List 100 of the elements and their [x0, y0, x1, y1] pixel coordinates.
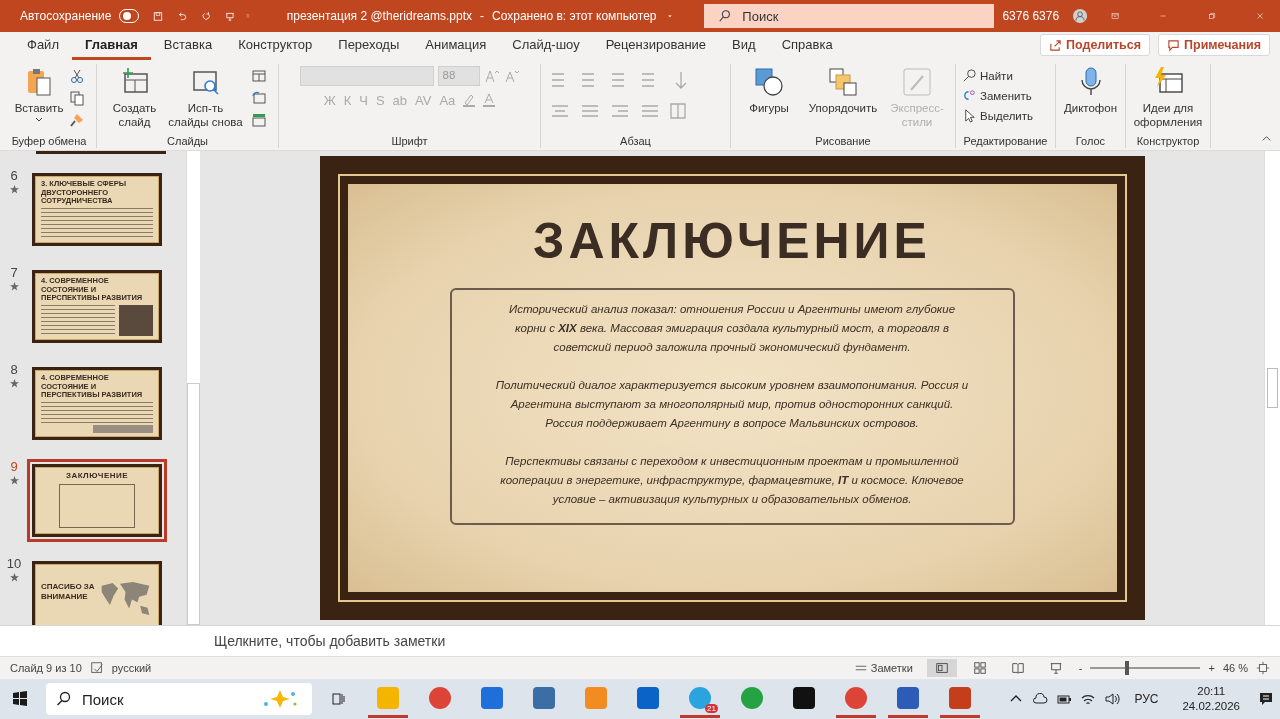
paste-button[interactable]: Вставить: [12, 66, 66, 123]
document-title: презентация 2 @theridreams.pptx: [286, 9, 472, 23]
fit-slide-icon[interactable]: [1256, 661, 1270, 675]
star-icon: [9, 282, 19, 291]
thumbnail-title: СПАСИБО ЗА ВНИМАНИЕ: [41, 582, 96, 602]
clock-time[interactable]: 20:11: [1197, 684, 1226, 699]
zoom-in-button[interactable]: +: [1208, 662, 1215, 674]
replace-icon: [962, 88, 977, 103]
group-label: Буфер обмена: [10, 135, 88, 148]
search-field[interactable]: Поиск: [704, 4, 995, 28]
comment-icon: [1167, 38, 1181, 52]
star-icon: [9, 379, 19, 388]
notes-button[interactable]: Заметки: [847, 660, 919, 676]
ribbon-tab[interactable]: Конструктор: [225, 37, 326, 60]
search-icon: [962, 68, 977, 83]
app-icon: [585, 686, 607, 709]
editing-command[interactable]: Найти: [962, 66, 1013, 85]
ribbon-tab[interactable]: Анимация: [412, 37, 500, 60]
dictate-button[interactable]: Диктофон: [1061, 66, 1120, 115]
design-ideas-button[interactable]: Идеи для оформления: [1126, 66, 1210, 129]
normal-view-icon[interactable]: [926, 659, 957, 677]
drawing-command[interactable]: Упорядочить: [808, 66, 878, 115]
grow-font-icon[interactable]: [483, 68, 500, 84]
ribbon-tab[interactable]: Переходы: [325, 37, 413, 60]
slide-number: 8: [10, 362, 18, 377]
user-name[interactable]: 6376 6376: [1002, 9, 1060, 23]
group-label: Конструктор: [1135, 135, 1201, 148]
zoom-percent[interactable]: 46 %: [1222, 662, 1248, 674]
highlighter-icon[interactable]: [461, 92, 478, 108]
slide-title: ЗАКЛЮЧЕНИЕ: [533, 212, 931, 270]
ribbon-tab[interactable]: Файл: [14, 37, 72, 60]
taskbar-app[interactable]: 21: [680, 680, 720, 718]
app-icon: [481, 686, 503, 709]
taskbar-search-field[interactable]: Поиск: [46, 683, 312, 715]
slide-paragraph: Политический диалог характеризуется высоким уровнем взаимопонимания. Россия и Аргентина выступают за многополярный мир, против односторонних санкций. Россия поддерживает Аргентину в вопросе Мальвинских островов.: [495, 378, 969, 431]
notes-field[interactable]: Щелкните, чтобы добавить заметки: [0, 625, 1280, 656]
layout-icon[interactable]: [250, 68, 267, 84]
app-icon: [377, 686, 399, 709]
shrink-font-icon[interactable]: [503, 68, 520, 84]
editing-command[interactable]: Выделить: [962, 106, 1034, 125]
speaker-icon[interactable]: [1104, 691, 1121, 707]
caret-icon: [34, 117, 44, 123]
drawing-command[interactable]: Фигуры: [734, 66, 804, 115]
autosave-label: Автосохранение: [20, 9, 112, 23]
zoom-out-button[interactable]: -: [1078, 662, 1083, 674]
photo-placeholder: [93, 425, 153, 433]
windows-start-icon[interactable]: [12, 691, 28, 707]
format-painter-icon[interactable]: [69, 112, 86, 128]
collapse-ribbon-icon[interactable]: [1261, 133, 1272, 144]
app-icon: [741, 686, 763, 709]
arrange-icon: [827, 66, 859, 98]
editing-command[interactable]: Заменить: [962, 86, 1032, 105]
app-icon: [897, 686, 919, 709]
slide-number: 9: [10, 459, 18, 474]
brush-icon: [901, 66, 933, 98]
ribbon-tab[interactable]: Вид: [719, 37, 769, 60]
group-label: Редактирование: [962, 135, 1049, 148]
app-icon: [793, 686, 815, 709]
title-separator: -: [480, 9, 484, 23]
spellcheck-icon[interactable]: [89, 661, 104, 675]
font-color-icon[interactable]: [481, 92, 498, 108]
copy-icon[interactable]: [69, 90, 86, 106]
reset-icon[interactable]: [250, 90, 267, 106]
app-icon: [637, 686, 659, 709]
share-button[interactable]: Поделиться: [1040, 34, 1151, 56]
slide-number: 10: [6, 556, 22, 571]
thumbnail-title: ЗАКЛЮЧЕНИЕ: [64, 471, 130, 481]
app-icon: [429, 686, 451, 709]
search-icon: [718, 9, 733, 23]
slide-paragraph: Перспективы связаны с переходом к инвестиционным проектам и промышленной кооперации в энергетике, инфраструктуре, фармацевтике, IT и космосе. Ключевое условие – активизация культурных и образовательных обменов.: [499, 454, 965, 507]
zoom-slider-thumb[interactable]: [1124, 661, 1129, 675]
scrollbar[interactable]: [1264, 151, 1280, 625]
slide-paragraph: Исторический анализ показал: отношения России и Аргентины имеют глубокие корни с XIX века. Массовая эмиграция создала культурный мост, а торговля в советский период заложила прочный экономический фундамент.: [507, 302, 957, 355]
app-icon: [845, 686, 867, 709]
keyboard-language[interactable]: РУС: [1134, 692, 1159, 706]
slide-thumbnail[interactable]: ЗАКЛЮЧЕНИЕ: [27, 459, 167, 542]
save-status[interactable]: Сохранено в: этот компьютер: [492, 9, 657, 23]
app-icon: [949, 686, 971, 709]
reuse-slides-button[interactable]: Исп-ть слайды снова: [164, 66, 247, 129]
ribbon-tab[interactable]: Справка: [768, 37, 846, 60]
scrollbar[interactable]: [186, 151, 200, 625]
star-icon: [9, 573, 19, 582]
ribbon-tab[interactable]: Рецензирование: [592, 37, 720, 60]
task-view-icon[interactable]: [330, 691, 346, 707]
slide-number: 7: [10, 265, 18, 280]
cloud-icon[interactable]: [1032, 691, 1049, 707]
language-label[interactable]: русский: [111, 662, 152, 674]
search-icon: [56, 691, 72, 707]
ribbon-tab[interactable]: Вставка: [150, 37, 226, 60]
app-icon: [533, 686, 555, 709]
photo-placeholder: [119, 304, 153, 336]
ribbon-tab[interactable]: Слайд-шоу: [499, 37, 593, 60]
notifications-icon[interactable]: [1258, 691, 1274, 707]
new-slide-button[interactable]: Создать слайд: [108, 66, 161, 129]
notification-badge: 21: [705, 704, 718, 713]
slide-counter: Слайд 9 из 10: [10, 662, 82, 674]
comments-button[interactable]: Примечания: [1158, 34, 1270, 56]
scissors-icon[interactable]: [69, 68, 86, 84]
clock-date[interactable]: 24.02.2026: [1182, 699, 1240, 714]
section-icon[interactable]: [250, 112, 267, 128]
